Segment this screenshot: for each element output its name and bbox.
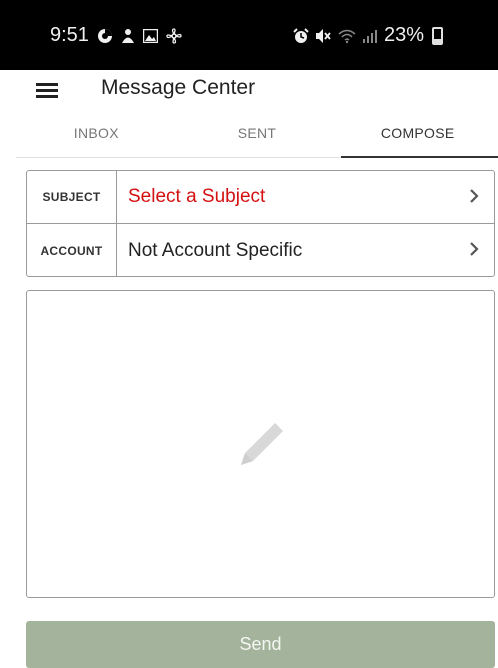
tab-compose[interactable]: COMPOSE — [337, 114, 498, 158]
account-row[interactable]: ACCOUNT Not Account Specific — [27, 224, 494, 277]
status-right: 23% — [293, 24, 444, 47]
chevron-right-icon — [462, 239, 486, 262]
mute-icon — [315, 28, 332, 44]
subject-label: SUBJECT — [27, 171, 117, 223]
message-body-input[interactable] — [26, 290, 495, 598]
tab-bar: INBOX SENT COMPOSE — [16, 114, 498, 158]
battery-percent: 23% — [384, 24, 425, 46]
hamburger-menu-icon[interactable] — [36, 80, 58, 98]
send-button[interactable]: Send — [26, 621, 495, 668]
sync-icon — [97, 28, 113, 44]
subject-value: Select a Subject — [128, 186, 266, 207]
signal-icon — [362, 28, 378, 44]
tab-sent[interactable]: SENT — [177, 114, 338, 157]
account-label: ACCOUNT — [27, 224, 117, 277]
image-icon — [142, 28, 158, 43]
account-value: Not Account Specific — [128, 239, 303, 261]
app-bar: Message Center — [0, 70, 498, 114]
status-left: 9:51 — [50, 24, 182, 47]
compose-form: SUBJECT Select a Subject ACCOUNT Not Acc… — [26, 170, 495, 277]
status-bar: 9:51 23% — [0, 0, 498, 70]
fan-icon — [166, 27, 182, 44]
status-time: 9:51 — [50, 24, 89, 46]
page-title: Message Center — [101, 76, 256, 99]
tab-inbox[interactable]: INBOX — [16, 114, 177, 157]
alarm-icon — [293, 27, 309, 44]
person-notification-icon — [121, 28, 135, 44]
wifi-icon — [338, 28, 356, 44]
chevron-right-icon — [462, 186, 486, 209]
pencil-icon — [241, 423, 283, 465]
subject-row[interactable]: SUBJECT Select a Subject — [27, 171, 494, 224]
battery-icon — [432, 26, 444, 45]
